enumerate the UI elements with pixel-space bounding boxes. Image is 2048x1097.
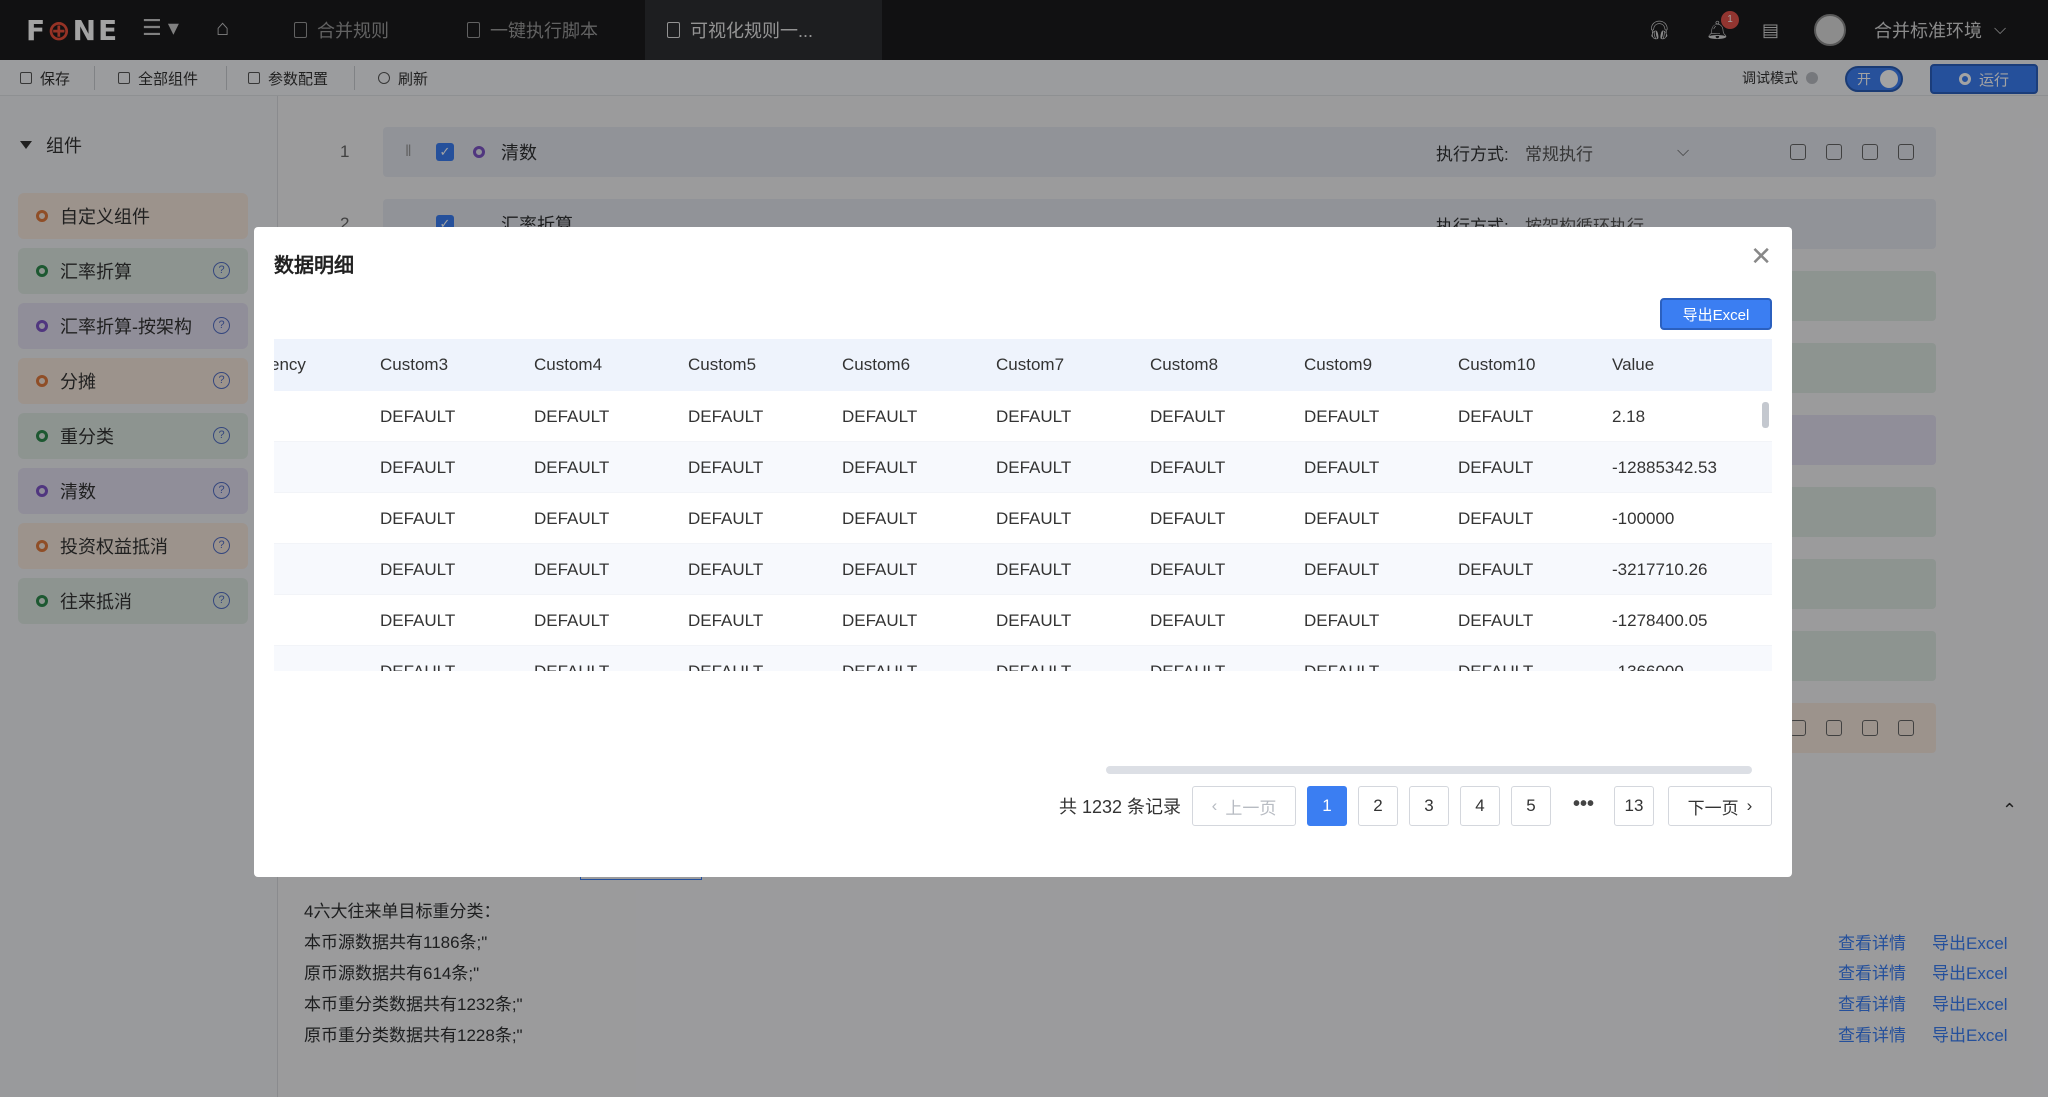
column-header[interactable]: ency — [274, 339, 306, 391]
table-row[interactable]: DEFAULT DEFAULT DEFAULT DEFAULT DEFAULT DEFAU… — [274, 544, 1772, 595]
page-button-3[interactable]: 3 — [1409, 786, 1449, 826]
table-cell: DEFAULT — [842, 560, 918, 579]
page-button-4[interactable]: 4 — [1460, 786, 1500, 826]
table-cell: DEFAULT — [996, 407, 1072, 426]
column-header[interactable]: Custom8 — [1150, 339, 1218, 391]
table-cell: DEFAULT — [534, 646, 609, 671]
table-cell: DEFAULT — [1150, 646, 1225, 671]
chevron-right-icon: › — [1746, 796, 1753, 815]
export-excel-button[interactable]: 导出Excel — [1660, 298, 1772, 330]
column-header[interactable]: Custom3 — [380, 339, 448, 391]
table-cell: DEFAULT — [996, 611, 1072, 630]
table-cell: -1278400.05 — [1612, 611, 1708, 630]
page-button-2[interactable]: 2 — [1358, 786, 1398, 826]
table-cell: DEFAULT — [842, 509, 918, 528]
table-cell: DEFAULT — [1304, 407, 1380, 426]
column-header[interactable]: Custom7 — [996, 339, 1064, 391]
table-cell: DEFAULT — [842, 407, 918, 426]
table-cell: DEFAULT — [842, 646, 917, 671]
table-cell: DEFAULT — [1458, 560, 1534, 579]
table-cell: DEFAULT — [996, 458, 1072, 477]
table-cell: DEFAULT — [1458, 509, 1534, 528]
horizontal-scrollbar[interactable] — [1106, 766, 1752, 774]
table-cell: DEFAULT — [534, 560, 610, 579]
table-row[interactable]: DEFAULT DEFAULT DEFAULT DEFAULT DEFAULT DEFAU… — [274, 646, 1772, 671]
table-cell: DEFAULT — [1150, 611, 1226, 630]
table-cell: DEFAULT — [1304, 458, 1380, 477]
column-header[interactable]: Custom6 — [842, 339, 910, 391]
table-cell: DEFAULT — [842, 611, 918, 630]
table-cell: -3217710.26 — [1612, 560, 1708, 579]
modal-title: 数据明细 — [274, 255, 354, 277]
table-cell: DEFAULT — [534, 509, 610, 528]
table-cell: DEFAULT — [1304, 611, 1380, 630]
table-cell: DEFAULT — [1458, 646, 1533, 671]
vertical-scrollbar[interactable] — [1762, 402, 1769, 428]
table-cell: DEFAULT — [1150, 509, 1226, 528]
data-table: ency Custom3 Custom4 Custom5 Custom6 Cus… — [274, 339, 1772, 671]
table-cell: DEFAULT — [1150, 560, 1226, 579]
page-button-last[interactable]: 13 — [1614, 786, 1654, 826]
table-cell: DEFAULT — [688, 646, 763, 671]
column-header[interactable]: Custom10 — [1458, 339, 1535, 391]
chevron-left-icon: ‹ — [1211, 796, 1218, 815]
table-cell: DEFAULT — [1458, 458, 1534, 477]
table-row[interactable]: DEFAULT DEFAULT DEFAULT DEFAULT DEFAULT DEFAU… — [274, 391, 1772, 442]
column-header[interactable]: Value — [1612, 339, 1654, 391]
table-cell: -1366000 — [1612, 646, 1684, 671]
table-row[interactable]: DEFAULT DEFAULT DEFAULT DEFAULT DEFAULT DEFAU… — [274, 442, 1772, 493]
table-cell: DEFAULT — [688, 611, 764, 630]
table-cell: DEFAULT — [380, 407, 456, 426]
table-cell: DEFAULT — [534, 611, 610, 630]
table-cell: DEFAULT — [380, 509, 456, 528]
table-cell: DEFAULT — [996, 560, 1072, 579]
table-cell: DEFAULT — [380, 560, 456, 579]
next-page-button[interactable]: 下一页 › — [1668, 786, 1772, 826]
table-cell: DEFAULT — [996, 509, 1072, 528]
table-cell: DEFAULT — [1304, 560, 1380, 579]
table-cell: DEFAULT — [996, 646, 1071, 671]
table-cell: 2.18 — [1612, 407, 1646, 426]
table-cell: DEFAULT — [380, 611, 456, 630]
page-button-5[interactable]: 5 — [1511, 786, 1551, 826]
table-cell: DEFAULT — [380, 458, 456, 477]
table-cell: -100000 — [1612, 509, 1675, 528]
table-cell: DEFAULT — [688, 560, 764, 579]
table-cell: DEFAULT — [1304, 509, 1380, 528]
page-ellipsis[interactable]: ••• — [1573, 793, 1594, 816]
table-cell: DEFAULT — [1150, 407, 1226, 426]
column-header[interactable]: Custom9 — [1304, 339, 1372, 391]
table-cell: DEFAULT — [1458, 407, 1534, 426]
table-cell: DEFAULT — [1150, 458, 1226, 477]
total-records: 共 1232 条记录 — [1059, 797, 1182, 817]
table-cell: DEFAULT — [534, 458, 610, 477]
close-icon[interactable]: ✕ — [1750, 243, 1772, 269]
prev-page-button[interactable]: ‹ 上一页 — [1192, 786, 1296, 826]
page-button-1[interactable]: 1 — [1307, 786, 1347, 826]
table-cell: DEFAULT — [1304, 646, 1379, 671]
table-header: ency Custom3 Custom4 Custom5 Custom6 Cus… — [274, 339, 1772, 391]
column-header[interactable]: Custom5 — [688, 339, 756, 391]
column-header[interactable]: Custom4 — [534, 339, 602, 391]
table-cell: DEFAULT — [380, 646, 455, 671]
table-cell: DEFAULT — [1458, 611, 1534, 630]
table-cell: DEFAULT — [534, 407, 610, 426]
table-cell: -12885342.53 — [1612, 458, 1717, 477]
next-page-label: 下一页 — [1687, 798, 1739, 818]
table-cell: DEFAULT — [688, 509, 764, 528]
table-cell: DEFAULT — [688, 407, 764, 426]
prev-page-label: 上一页 — [1225, 798, 1277, 818]
data-detail-modal: 数据明细 ✕ 导出Excel ency Custom3 Custom4 Cust… — [254, 227, 1792, 877]
table-cell: DEFAULT — [842, 458, 918, 477]
table-cell: DEFAULT — [688, 458, 764, 477]
table-row[interactable]: DEFAULT DEFAULT DEFAULT DEFAULT DEFAULT DEFAU… — [274, 595, 1772, 646]
table-row[interactable]: DEFAULT DEFAULT DEFAULT DEFAULT DEFAULT DEFAU… — [274, 493, 1772, 544]
